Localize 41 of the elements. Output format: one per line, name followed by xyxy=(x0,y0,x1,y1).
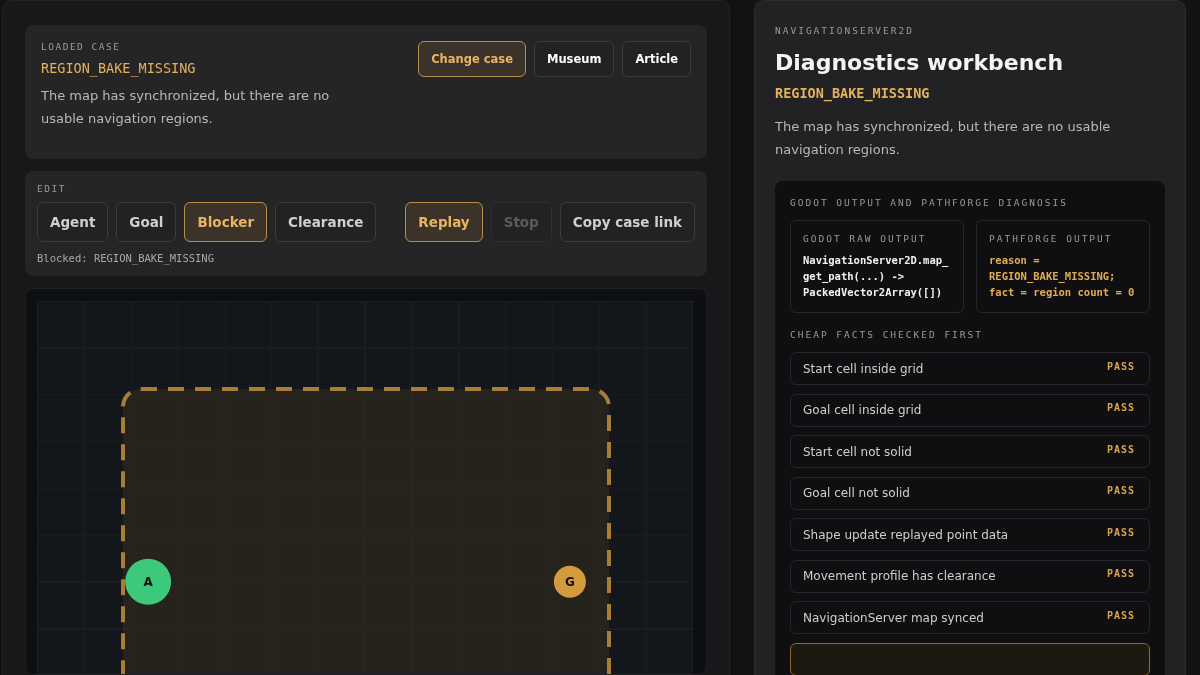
output-heading: PATHFORGE OUTPUT xyxy=(989,233,1114,244)
output-text: NavigationServer2D.map_ get_path(...) -> PackedVector2Array([]) xyxy=(803,253,950,300)
agent-marker[interactable]: A xyxy=(125,558,172,605)
check-status: PASS xyxy=(1106,360,1135,372)
check-status: PASS xyxy=(1106,609,1135,621)
check-label: Goal cell not solid xyxy=(803,486,910,500)
check-status: PASS xyxy=(1106,402,1135,413)
case-code: REGION_BAKE_MISSING xyxy=(775,85,931,101)
output-text: reason = REGION_BAKE_MISSING; fact = region count = 0 xyxy=(989,253,1136,300)
check-label: Start cell not solid xyxy=(803,444,912,459)
section-label: NAVIGATIONSERVER2D xyxy=(775,25,915,36)
goal-marker[interactable]: G xyxy=(553,565,586,598)
output-heading: GODOT RAW OUTPUT xyxy=(803,233,928,244)
case-description: The map has synchronized, but there are no usable navigation regions. xyxy=(775,118,1112,159)
action-button[interactable]: Copy case link xyxy=(559,202,695,242)
tool-button[interactable]: Blocker xyxy=(184,202,268,242)
tool-button[interactable]: Clearance xyxy=(275,202,377,242)
check-status: PASS xyxy=(1106,568,1135,579)
case-button[interactable]: Article xyxy=(622,41,691,77)
check-label: Shape update replayed point data xyxy=(803,527,1009,542)
case-description: The map has synchronized, but there are no usable navigation regions. xyxy=(41,87,331,128)
check-label: Goal cell inside grid xyxy=(803,403,922,417)
case-code: REGION_BAKE_MISSING xyxy=(41,60,197,76)
workbench-title: Diagnostics workbench xyxy=(775,50,1065,75)
tool-button[interactable]: Goal xyxy=(116,202,177,242)
check-status: PASS xyxy=(1106,485,1135,496)
status-text: Blocked: REGION_BAKE_MISSING xyxy=(37,252,215,264)
tool-button[interactable]: Agent xyxy=(37,202,109,242)
check-label: Start cell inside grid xyxy=(803,361,924,376)
check-label: Movement profile has clearance xyxy=(803,569,996,583)
blocker-region[interactable] xyxy=(121,387,611,674)
check-status: PASS xyxy=(1106,443,1135,455)
check-label: NavigationServer map synced xyxy=(803,610,984,625)
section-label: EDIT xyxy=(37,183,67,194)
section-label: LOADED CASE xyxy=(41,41,122,52)
action-button[interactable]: Replay xyxy=(405,202,483,242)
case-button[interactable]: Change case xyxy=(418,41,526,77)
section-label: GODOT OUTPUT AND PATHFORGE DIAGNOSIS xyxy=(790,197,1069,208)
case-button[interactable]: Museum xyxy=(533,41,615,77)
section-label: CHEAP FACTS CHECKED FIRST xyxy=(790,329,984,340)
check-status: PASS xyxy=(1106,526,1135,538)
